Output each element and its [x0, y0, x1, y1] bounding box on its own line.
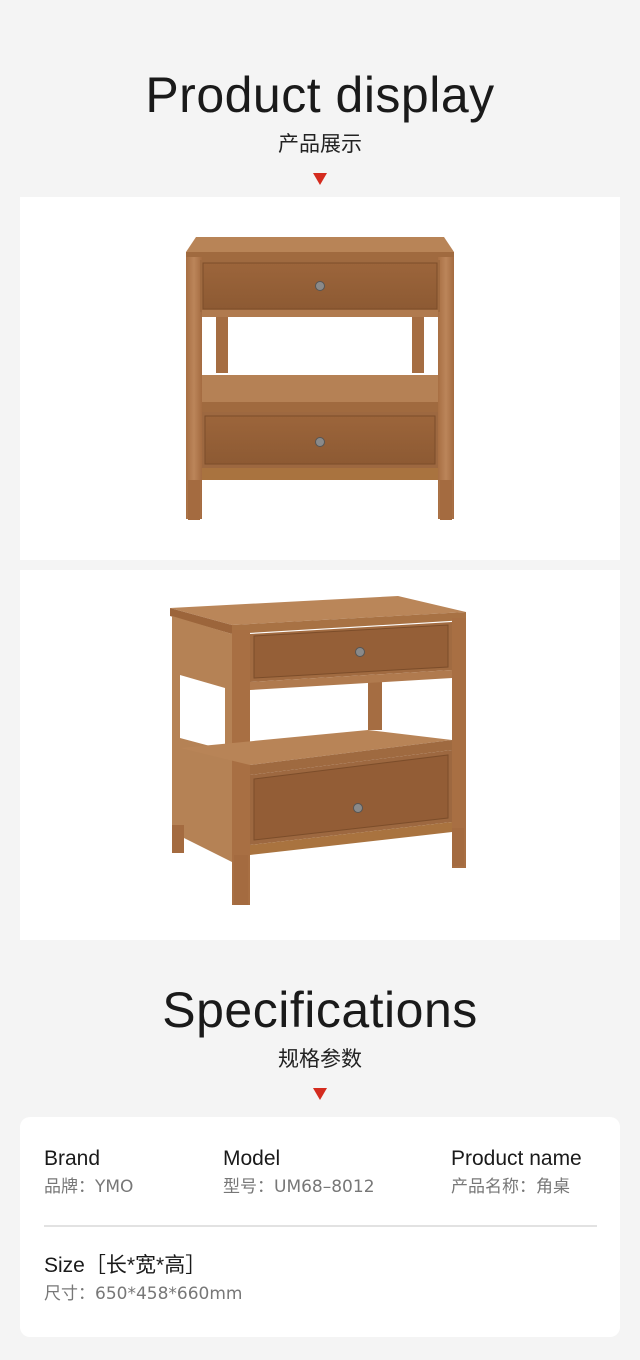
spec-size-value: 尺寸：650*458*660mm: [44, 1284, 243, 1304]
product-photo-angled: [20, 570, 620, 940]
product-display-header: Product display 产品展示: [0, 70, 640, 185]
specifications-header: Specifications 规格参数: [0, 985, 640, 1100]
nightstand-angled-illustration: [170, 596, 466, 905]
spec-product-name-value: 产品名称：角桌: [451, 1177, 570, 1197]
section-title-en: Specifications: [162, 982, 478, 1038]
spec-model: Model 型号：UM68–8012: [223, 1148, 375, 1196]
spec-model-label: Model: [223, 1147, 281, 1170]
section-title-en: Product display: [145, 67, 495, 123]
product-photo-front: [20, 197, 620, 560]
nightstand-front-illustration: [186, 237, 454, 520]
spec-brand-label: Brand: [44, 1147, 101, 1170]
down-arrow-icon: [313, 173, 327, 185]
spec-model-value: 型号：UM68–8012: [223, 1177, 375, 1197]
spec-brand-value: 品牌：YMO: [44, 1177, 134, 1197]
spec-product-name-label: Product name: [451, 1147, 582, 1170]
spec-size-label: Size［长*宽*高］: [44, 1254, 207, 1277]
spec-divider: [44, 1225, 597, 1227]
down-arrow-icon: [313, 1088, 327, 1100]
spec-brand: Brand 品牌：YMO: [44, 1148, 133, 1196]
spec-size: Size［长*宽*高］ 尺寸：650*458*660mm: [44, 1255, 242, 1303]
spec-product-name: Product name 产品名称：角桌: [451, 1148, 582, 1196]
spec-card: Brand 品牌：YMO Model 型号：UM68–8012 Product …: [20, 1117, 620, 1337]
section-title-zh: 规格参数: [278, 1047, 362, 1071]
section-title-zh: 产品展示: [278, 132, 362, 156]
